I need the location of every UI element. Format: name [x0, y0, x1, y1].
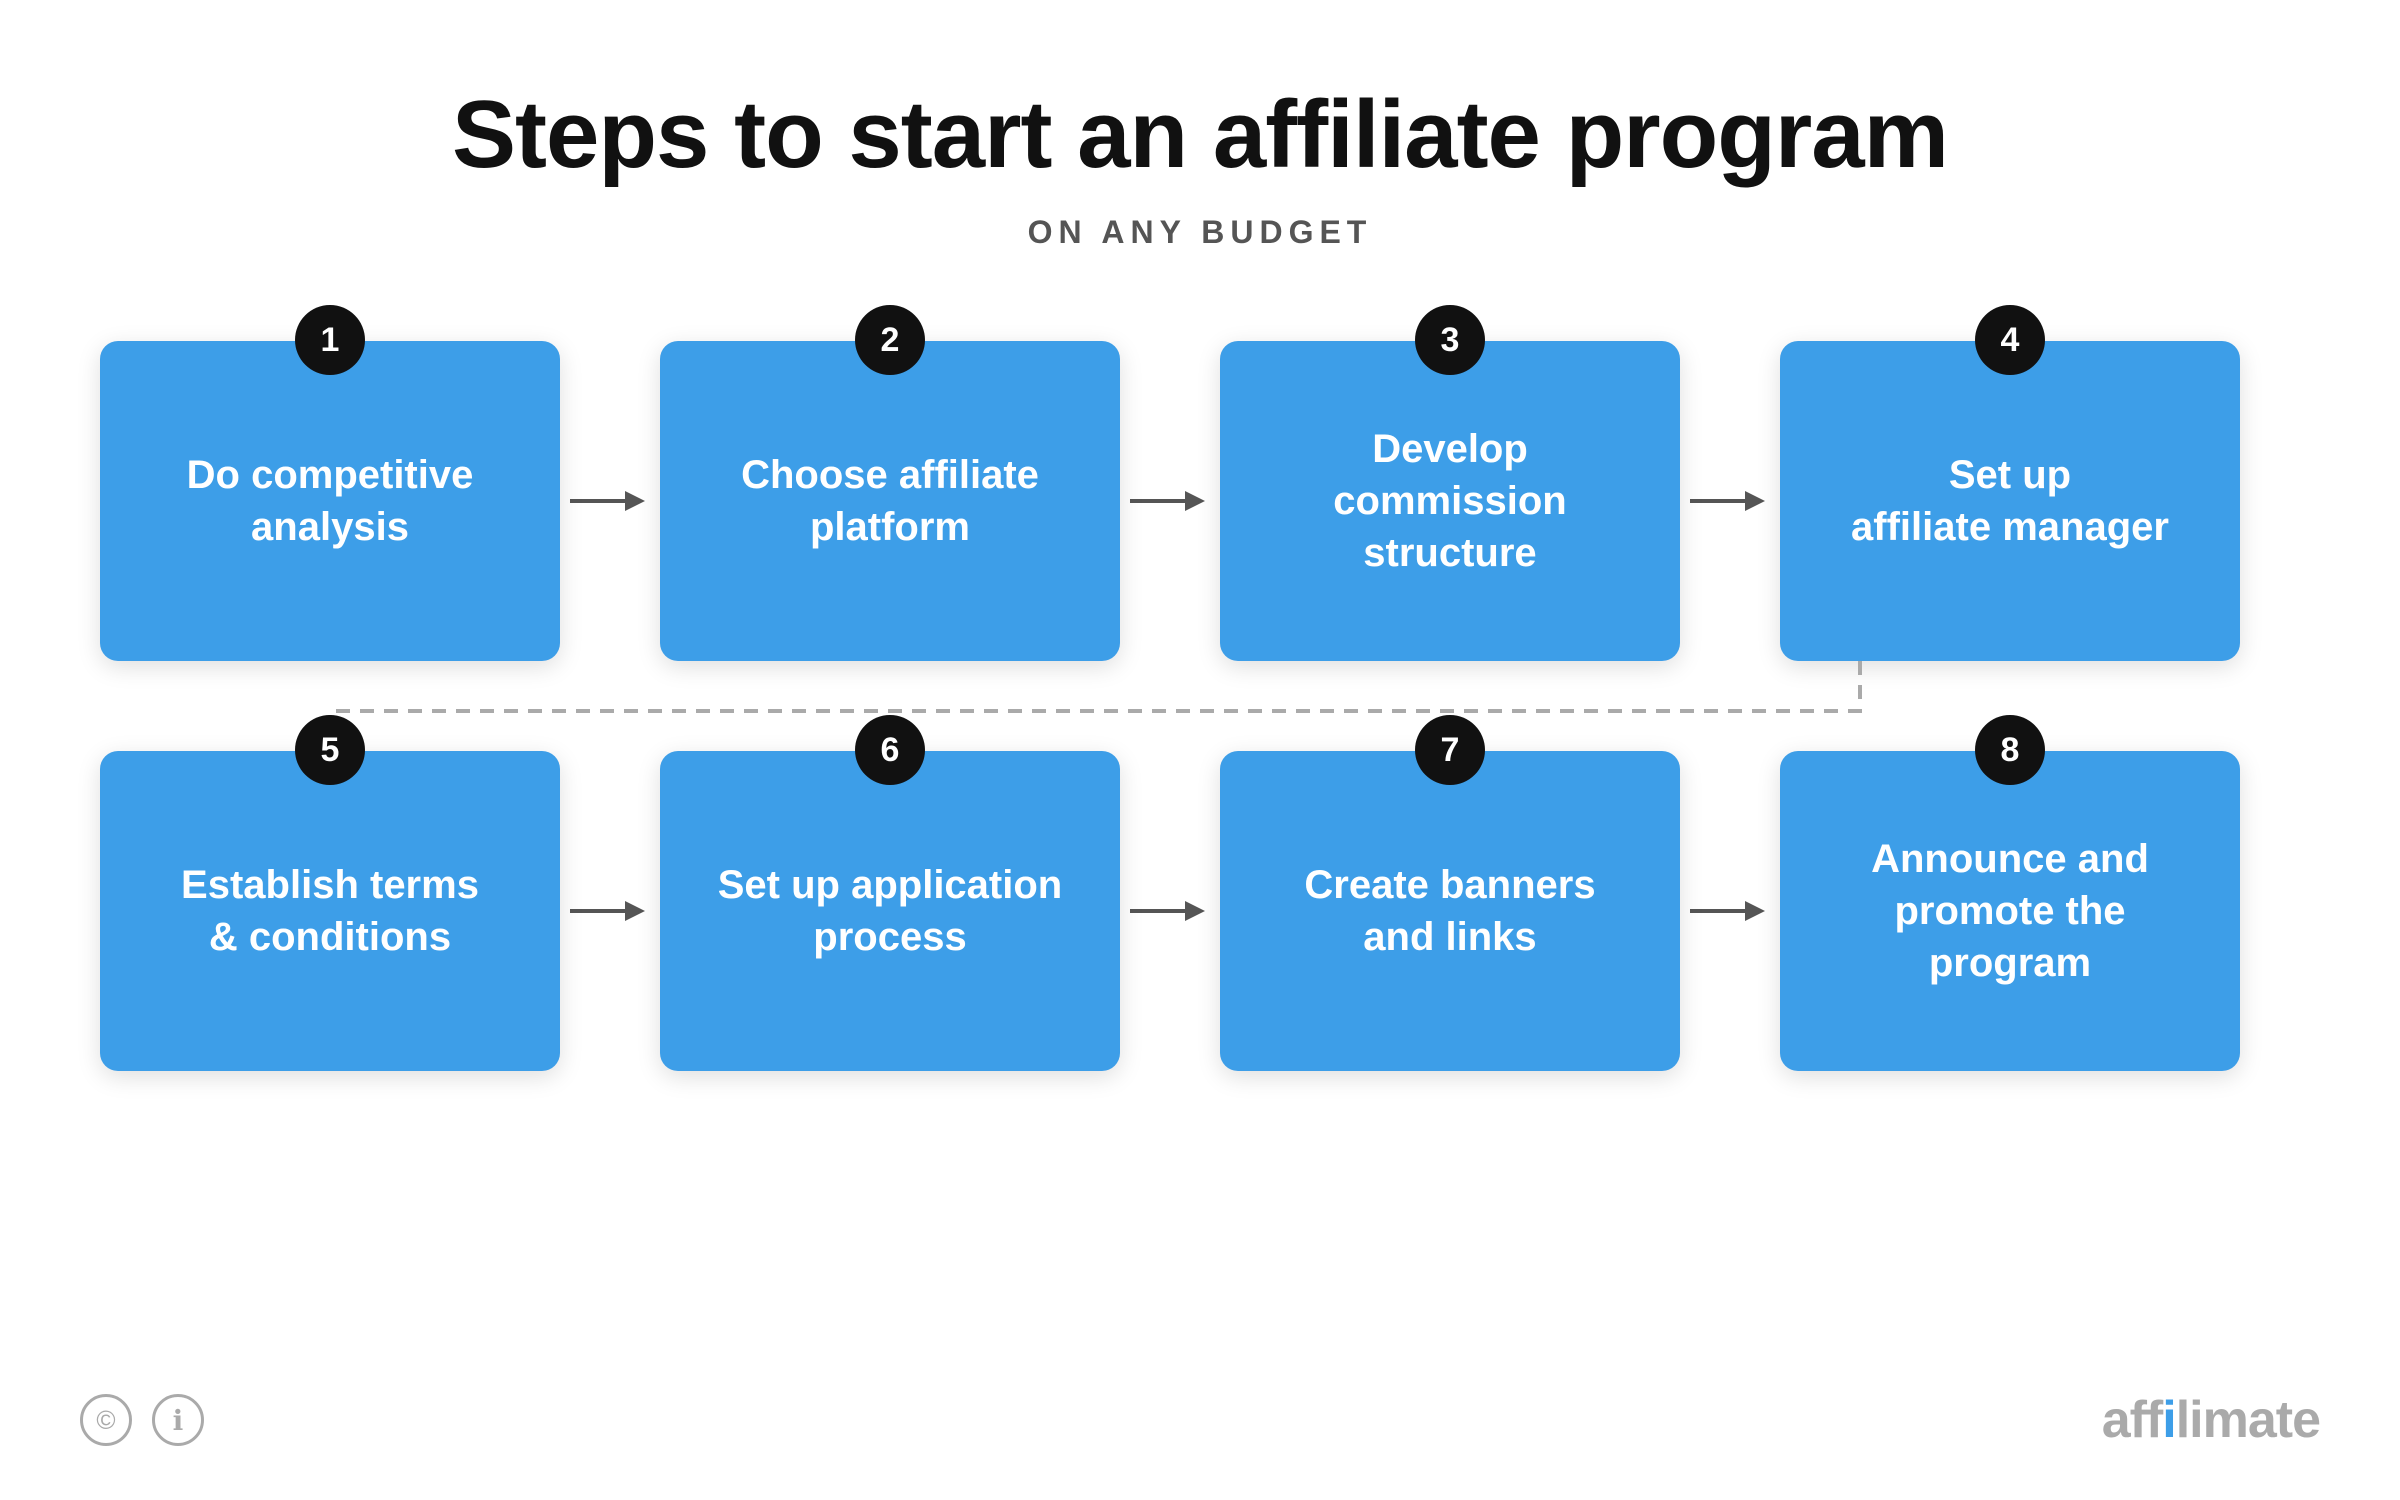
- steps-container: 1 Do competitiveanalysis 2 Choose: [100, 341, 2300, 1071]
- step-5-badge: 5: [295, 715, 365, 785]
- step-6-badge: 6: [855, 715, 925, 785]
- step-2-label: Choose affiliateplatform: [711, 449, 1069, 553]
- step-1-wrapper: 1 Do competitiveanalysis: [100, 341, 560, 661]
- step-2-box[interactable]: 2 Choose affiliateplatform: [660, 341, 1120, 661]
- step-row-2: 5 Establish terms& conditions 6 S: [100, 751, 2240, 1071]
- step-4-label: Set upaffiliate manager: [1821, 449, 2199, 553]
- step-6-wrapper: 6 Set up applicationprocess: [660, 751, 1120, 1071]
- brand-name: affilimate: [2102, 1390, 2320, 1450]
- info-icon: ℹ: [152, 1394, 204, 1446]
- arrow-5-6: [560, 891, 660, 931]
- step-6-box[interactable]: 6 Set up applicationprocess: [660, 751, 1120, 1071]
- step-8-box[interactable]: 8 Announce andpromote theprogram: [1780, 751, 2240, 1071]
- step-7-badge: 7: [1415, 715, 1485, 785]
- step-1-label: Do competitiveanalysis: [157, 449, 504, 553]
- step-5-wrapper: 5 Establish terms& conditions: [100, 751, 560, 1071]
- arrow-1-2: [560, 481, 660, 521]
- step-3-box[interactable]: 3 Developcommissionstructure: [1220, 341, 1680, 661]
- step-1-badge: 1: [295, 305, 365, 375]
- footer-icons: © ℹ: [80, 1394, 204, 1446]
- step-3-badge: 3: [1415, 305, 1485, 375]
- step-7-wrapper: 7 Create bannersand links: [1220, 751, 1680, 1071]
- step-row-1: 1 Do competitiveanalysis 2 Choose: [100, 341, 2240, 661]
- step-8-wrapper: 8 Announce andpromote theprogram: [1780, 751, 2240, 1071]
- subtitle: ON ANY BUDGET: [1028, 214, 1373, 251]
- footer: © ℹ affilimate: [0, 1390, 2400, 1450]
- step-4-box[interactable]: 4 Set upaffiliate manager: [1780, 341, 2240, 661]
- step-4-badge: 4: [1975, 305, 2045, 375]
- step-5-box[interactable]: 5 Establish terms& conditions: [100, 751, 560, 1071]
- step-2-badge: 2: [855, 305, 925, 375]
- step-5-label: Establish terms& conditions: [151, 859, 509, 963]
- step-8-label: Announce andpromote theprogram: [1841, 833, 2179, 989]
- arrow-2-3: [1120, 481, 1220, 521]
- step-4-wrapper: 4 Set upaffiliate manager: [1780, 341, 2240, 661]
- step-3-wrapper: 3 Developcommissionstructure: [1220, 341, 1680, 661]
- dashed-connector: [100, 661, 2300, 751]
- step-6-label: Set up applicationprocess: [688, 859, 1092, 963]
- arrow-3-4: [1680, 481, 1780, 521]
- cc-icon: ©: [80, 1394, 132, 1446]
- step-1-box[interactable]: 1 Do competitiveanalysis: [100, 341, 560, 661]
- step-2-wrapper: 2 Choose affiliateplatform: [660, 341, 1120, 661]
- step-7-box[interactable]: 7 Create bannersand links: [1220, 751, 1680, 1071]
- step-8-badge: 8: [1975, 715, 2045, 785]
- brand-accent: i: [2162, 1391, 2175, 1449]
- page-container: Steps to start an affiliate program ON A…: [0, 0, 2400, 1500]
- step-7-label: Create bannersand links: [1274, 859, 1625, 963]
- step-3-label: Developcommissionstructure: [1303, 423, 1596, 579]
- arrow-6-7: [1120, 891, 1220, 931]
- main-title: Steps to start an affiliate program: [452, 80, 1948, 190]
- arrow-7-8: [1680, 891, 1780, 931]
